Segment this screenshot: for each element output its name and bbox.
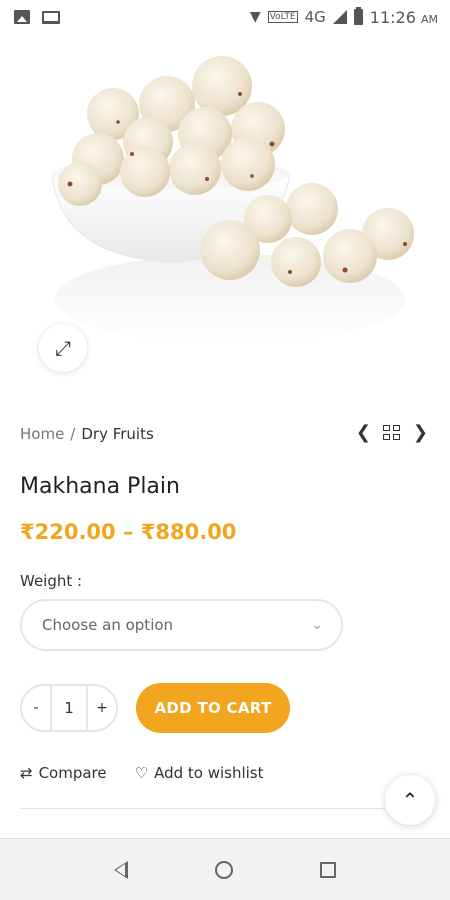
weight-label: Weight : <box>20 572 83 590</box>
battery-icon <box>353 7 363 25</box>
expand-icon: ⤢ <box>55 336 71 360</box>
product-actions: ⇄ Compare ♡ Add to wishlist <box>20 764 264 782</box>
weight-select[interactable]: Choose an option ⌄ <box>20 599 343 651</box>
volte-badge: VoLTE <box>267 11 298 23</box>
add-to-cart-button[interactable]: ADD TO CART <box>136 683 290 733</box>
hotspot-icon: ▼ <box>249 9 261 25</box>
shuffle-icon: ⇄ <box>20 764 33 782</box>
wishlist-label: Add to wishlist <box>154 764 264 782</box>
network-type: 4G <box>304 8 326 26</box>
compare-label: Compare <box>38 764 107 782</box>
chevron-right-icon[interactable]: ❯ <box>413 424 428 442</box>
chevron-down-icon: ⌄ <box>311 617 323 633</box>
grid-icon[interactable] <box>382 425 401 441</box>
divider <box>20 808 385 809</box>
breadcrumb-home[interactable]: Home <box>20 425 64 443</box>
clock: 11:26 AM <box>370 8 438 27</box>
compare-link[interactable]: ⇄ Compare <box>20 764 107 782</box>
back-icon[interactable] <box>113 860 128 879</box>
quantity-stepper: - 1 + <box>20 684 118 732</box>
image-notification-icon <box>14 10 30 24</box>
screen-cast-icon <box>42 10 60 24</box>
zoom-button[interactable]: ⤢ <box>39 324 87 372</box>
home-icon[interactable] <box>214 860 233 879</box>
product-navigation: ❮ ❯ <box>356 424 428 442</box>
chevron-up-icon: ⌃ <box>401 788 419 812</box>
product-title: Makhana Plain <box>20 474 180 499</box>
product-price: ₹220.00 – ₹880.00 <box>20 520 237 544</box>
quantity-input[interactable]: 1 <box>50 686 88 730</box>
status-bar: ▼ VoLTE 4G 11:26 AM <box>0 0 450 34</box>
breadcrumb: Home / Dry Fruits <box>20 425 154 443</box>
qty-increment-button[interactable]: + <box>88 700 116 716</box>
status-left <box>14 10 60 24</box>
clock-time: 11:26 <box>369 7 416 27</box>
chevron-left-icon[interactable]: ❮ <box>356 424 371 442</box>
system-nav-bar <box>0 838 450 900</box>
weight-select-value: Choose an option <box>42 616 174 634</box>
clock-ampm: AM <box>420 12 438 26</box>
qty-decrement-button[interactable]: - <box>22 700 50 716</box>
wishlist-link[interactable]: ♡ Add to wishlist <box>135 764 264 782</box>
scroll-to-top-button[interactable]: ⌃ <box>385 775 435 825</box>
recents-icon[interactable] <box>320 861 337 878</box>
status-right: ▼ VoLTE 4G 11:26 AM <box>249 7 438 27</box>
signal-icon <box>332 10 347 24</box>
breadcrumb-category[interactable]: Dry Fruits <box>81 425 153 443</box>
breadcrumb-separator: / <box>70 425 76 443</box>
heart-icon: ♡ <box>134 764 149 782</box>
